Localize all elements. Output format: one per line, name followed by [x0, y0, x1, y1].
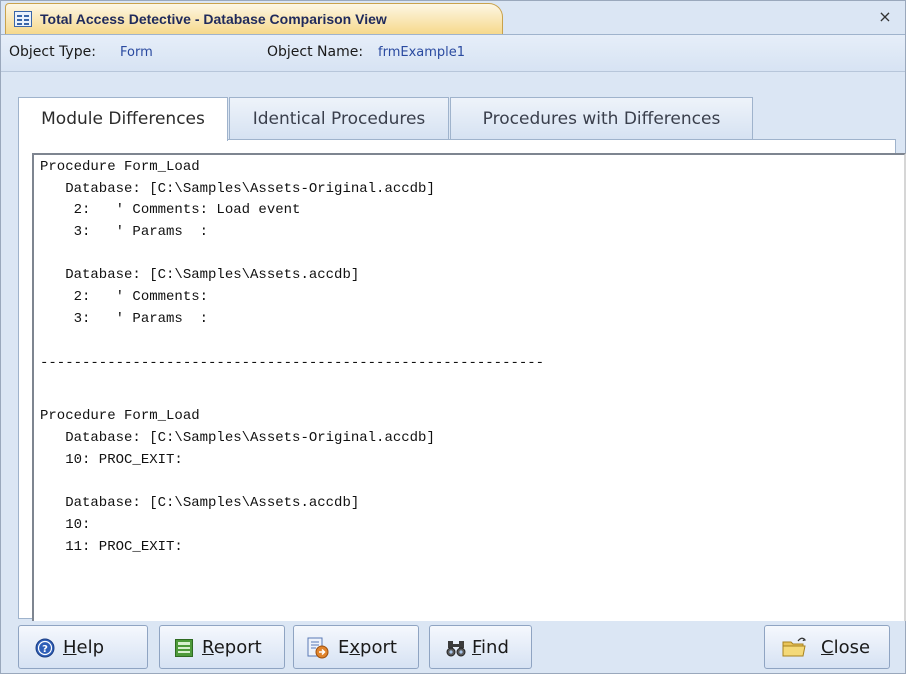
- object-type-value: Form: [120, 45, 153, 60]
- tab-module-differences[interactable]: Module Differences: [18, 97, 228, 141]
- svg-text:?: ?: [42, 644, 48, 655]
- button-bar: ? Help Report Export Find Close: [1, 621, 905, 673]
- export-icon: [307, 637, 329, 659]
- code-line: 10: PROC_EXIT:: [40, 452, 183, 468]
- code-line: Database: [C:\Samples\Assets.accdb]: [40, 495, 360, 511]
- window-title: Total Access Detective - Database Compar…: [40, 11, 387, 27]
- binoculars-icon: [446, 641, 466, 657]
- close-button[interactable]: Close: [764, 625, 890, 669]
- code-line: Procedure Form_Load: [40, 159, 200, 175]
- export-button-label: Export: [338, 637, 397, 658]
- code-line: 3: ' Params :: [40, 224, 209, 240]
- title-bar: Total Access Detective - Database Compar…: [1, 1, 905, 35]
- report-icon: [175, 639, 193, 657]
- object-type-label: Object Type:: [9, 44, 96, 60]
- differences-text-area[interactable]: Procedure Form_Load Database: [C:\Sample…: [32, 153, 906, 621]
- find-button[interactable]: Find: [429, 625, 532, 669]
- object-name-value: frmExample1: [378, 45, 466, 60]
- close-button-label: Close: [821, 637, 871, 658]
- report-button[interactable]: Report: [159, 625, 285, 669]
- code-line: ----------------------------------------…: [40, 355, 545, 371]
- help-icon: ?: [35, 638, 55, 658]
- code-line: Procedure Form_Load: [40, 408, 200, 424]
- help-button-label: Help: [63, 637, 105, 658]
- report-button-label: Report: [202, 637, 262, 658]
- object-name-label: Object Name:: [267, 44, 364, 60]
- form-icon: [14, 11, 32, 27]
- object-info-bar: Object Type: Form Object Name: frmExampl…: [1, 35, 905, 72]
- code-line: 2: ' Comments: Load event: [40, 202, 301, 218]
- export-button[interactable]: Export: [293, 625, 419, 669]
- folder-close-icon: [782, 637, 807, 657]
- code-line: 11: PROC_EXIT:: [40, 539, 183, 555]
- find-button-label: Find: [472, 637, 509, 658]
- code-line: Database: [C:\Samples\Assets.accdb]: [40, 267, 360, 283]
- code-line: 2: ' Comments:: [40, 289, 209, 305]
- code-line: Database: [C:\Samples\Assets-Original.ac…: [40, 181, 435, 197]
- tab-procedures-with-differences[interactable]: Procedures with Differences: [450, 97, 753, 139]
- document-tab[interactable]: Total Access Detective - Database Compar…: [5, 3, 503, 34]
- help-button[interactable]: ? Help: [18, 625, 148, 669]
- tab-panel: Procedure Form_Load Database: [C:\Sample…: [18, 139, 906, 621]
- comparison-window: Total Access Detective - Database Compar…: [0, 0, 906, 674]
- code-line: 10:: [40, 517, 91, 533]
- code-line: 3: ' Params :: [40, 311, 209, 327]
- close-icon[interactable]: ×: [875, 6, 895, 28]
- code-line: Database: [C:\Samples\Assets-Original.ac…: [40, 430, 435, 446]
- tab-identical-procedures[interactable]: Identical Procedures: [229, 97, 449, 139]
